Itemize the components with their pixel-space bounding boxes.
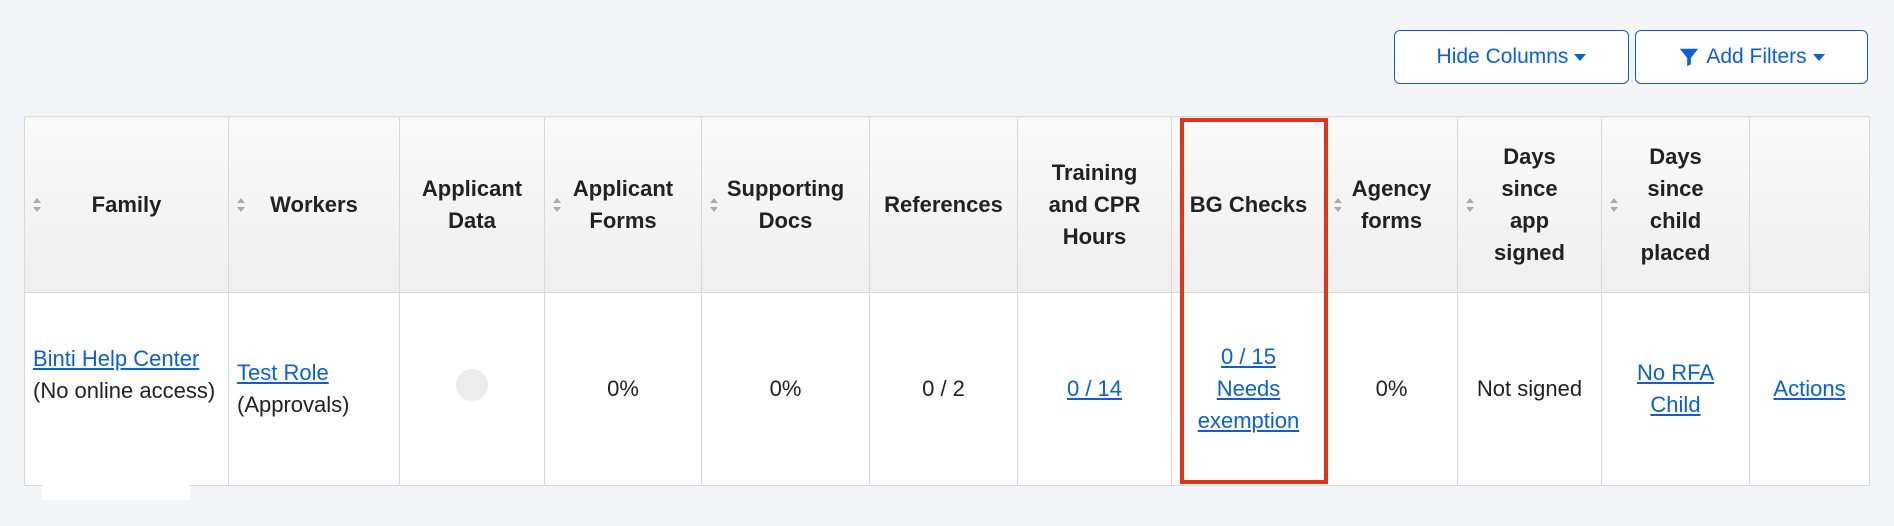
days-child-placed-cell: No RFA Child <box>1601 292 1750 486</box>
sort-icon <box>237 197 245 212</box>
actions-link[interactable]: Actions <box>1773 376 1845 401</box>
agency-forms-cell: 0% <box>1325 292 1458 486</box>
supporting-docs-cell: 0% <box>701 292 870 486</box>
column-header-references: References <box>869 116 1018 293</box>
bg-checks-status: Needs exemption <box>1197 376 1300 433</box>
worker-note: (Approvals) <box>237 392 350 417</box>
column-header-applicant-data: Applicant Data <box>399 116 545 293</box>
column-header-actions <box>1749 116 1870 293</box>
status-circle-icon <box>456 368 488 401</box>
applicant-forms-cell: 0% <box>544 292 702 486</box>
caret-down-icon <box>1574 53 1587 61</box>
sort-icon <box>1610 197 1618 212</box>
families-table: Family Workers Applicant Data Applicant … <box>24 116 1870 486</box>
column-header-workers[interactable]: Workers <box>228 116 400 293</box>
sort-icon <box>33 197 41 212</box>
column-header-training-cpr-hours: Training and CPR Hours <box>1017 116 1172 293</box>
training-cell: 0 / 14 <box>1017 292 1172 486</box>
bg-checks-count: 0 / 15 <box>1220 344 1277 369</box>
family-cell: Binti Help Center (No online access) <box>24 292 229 486</box>
column-header-applicant-forms[interactable]: Applicant Forms <box>544 116 702 293</box>
redaction-box <box>42 470 190 500</box>
family-note: (No online access) <box>33 378 216 403</box>
bg-checks-link[interactable]: 0 / 15 Needs exemption <box>1198 344 1300 433</box>
add-filters-button[interactable]: Add Filters <box>1635 30 1868 84</box>
training-link[interactable]: 0 / 14 <box>1067 376 1122 401</box>
table-toolbar: Hide Columns Add Filters <box>1394 30 1868 84</box>
table-row: Binti Help Center (No online access) Tes… <box>24 292 1870 486</box>
family-link[interactable]: Binti Help Center <box>33 346 199 371</box>
hide-columns-button[interactable]: Hide Columns <box>1394 30 1629 84</box>
actions-cell: Actions <box>1749 292 1870 486</box>
column-header-days-since-app-signed[interactable]: Days since app signed <box>1457 116 1602 293</box>
column-header-agency-forms[interactable]: Agency forms <box>1325 116 1458 293</box>
sort-icon <box>553 197 561 212</box>
worker-link[interactable]: Test Role <box>237 360 329 385</box>
table-header-row: Family Workers Applicant Data Applicant … <box>24 116 1870 293</box>
days-app-signed-cell: Not signed <box>1457 292 1602 486</box>
column-header-family[interactable]: Family <box>24 116 229 293</box>
workers-cell: Test Role (Approvals) <box>228 292 400 486</box>
filter-icon <box>1680 48 1699 67</box>
bg-checks-cell: 0 / 15 Needs exemption <box>1171 292 1326 486</box>
references-cell: 0 / 2 <box>869 292 1018 486</box>
column-header-days-since-child-placed[interactable]: Days since child placed <box>1601 116 1750 293</box>
sort-icon <box>710 197 718 212</box>
column-header-supporting-docs[interactable]: Supporting Docs <box>701 116 870 293</box>
applicant-data-cell <box>399 292 545 486</box>
child-placed-link[interactable]: No RFA Child <box>1631 357 1721 421</box>
add-filters-label: Add Filters <box>1706 45 1807 68</box>
column-header-bg-checks: BG Checks <box>1171 116 1326 293</box>
hide-columns-label: Hide Columns <box>1436 45 1569 68</box>
sort-icon <box>1334 197 1342 212</box>
caret-down-icon <box>1812 53 1825 61</box>
sort-icon <box>1466 197 1474 212</box>
